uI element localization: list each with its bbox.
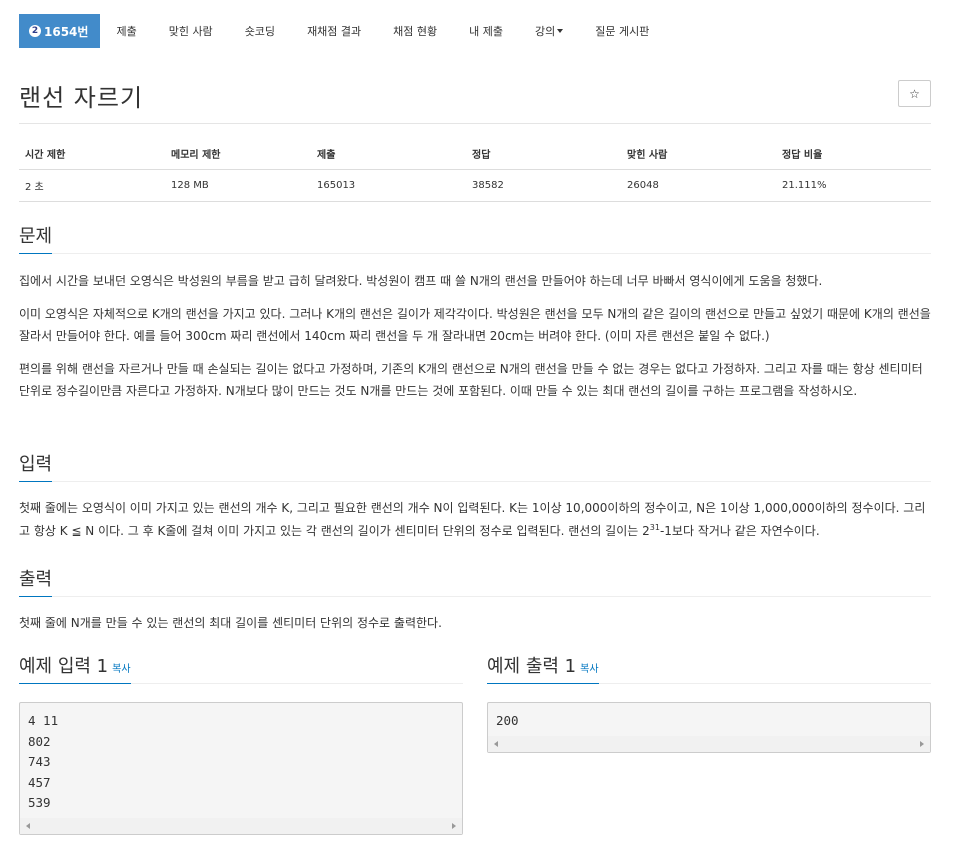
nav-question-board[interactable]: 질문 게시판 xyxy=(579,14,665,48)
sample-input-box[interactable]: 4 11 802 743 457 539 xyxy=(19,702,463,835)
input-text-after: -1보다 작거나 같은 자연수이다. xyxy=(659,523,820,538)
section-divider xyxy=(19,596,931,597)
nav-submit[interactable]: 제출 xyxy=(100,14,152,48)
nav-lectures-dropdown[interactable]: 강의 xyxy=(519,14,579,48)
accepted-value: 38582 xyxy=(466,169,621,202)
problem-info-table: 시간 제한 메모리 제한 제출 정답 맞힌 사람 정답 비율 2 초 128 M… xyxy=(19,140,931,202)
sample-output-content: 200 xyxy=(496,713,519,728)
problem-number-label: 1654번 xyxy=(44,24,89,39)
nav-solved-users[interactable]: 맞힌 사람 xyxy=(153,14,229,48)
solved-users-value: 26048 xyxy=(621,169,776,202)
description-paragraph-2: 이미 오영식은 자체적으로 K개의 랜선을 가지고 있다. 그러나 K개의 랜선… xyxy=(19,306,931,344)
table-row: 2 초 128 MB 165013 38582 26048 21.111% xyxy=(19,169,931,202)
nav-lectures-label: 강의 xyxy=(535,25,556,38)
header-accepted: 정답 xyxy=(466,140,621,170)
sample-input-section: 예제 입력 1 복사 4 11 802 743 457 539 xyxy=(19,652,463,835)
nav-short-coding[interactable]: 숏코딩 xyxy=(229,14,291,48)
sample-input-title: 예제 입력 1 xyxy=(19,656,109,677)
copy-sample-input-button[interactable]: 복사 xyxy=(112,664,130,675)
header-submissions: 제출 xyxy=(311,140,466,170)
nav-my-submissions[interactable]: 내 제출 xyxy=(453,14,519,48)
table-header-row: 시간 제한 메모리 제한 제출 정답 맞힌 사람 정답 비율 xyxy=(19,140,931,170)
problem-description-section: 문제 집에서 시간을 보내던 오영식은 박성원의 부름을 받고 급히 달려왔다.… xyxy=(19,222,931,403)
input-section: 입력 첫째 줄에는 오영식이 이미 가지고 있는 랜선의 개수 K, 그리고 필… xyxy=(19,450,931,542)
problem-title: 랜선 자르기 xyxy=(19,84,144,112)
header-solved-users: 맞힌 사람 xyxy=(621,140,776,170)
sample-output-section: 예제 출력 1 복사 200 xyxy=(487,652,931,753)
caret-down-icon xyxy=(557,29,564,33)
problem-number-tab[interactable]: 2 1654번 xyxy=(19,14,101,48)
scroll-left-icon[interactable] xyxy=(26,822,30,829)
nav-status[interactable]: 채점 현황 xyxy=(377,14,453,48)
favorite-star-button[interactable]: ☆ xyxy=(898,80,931,107)
horizontal-scrollbar[interactable] xyxy=(20,817,462,834)
top-nav: 2 1654번 제출 맞힌 사람 숏코딩 재채점 결과 채점 현황 내 제출 강… xyxy=(19,14,665,48)
header-memory-limit: 메모리 제한 xyxy=(165,140,311,170)
star-icon: ☆ xyxy=(909,86,920,101)
scroll-left-icon[interactable] xyxy=(494,740,498,747)
sample-output-title: 예제 출력 1 xyxy=(487,656,577,677)
scroll-right-icon[interactable] xyxy=(920,740,924,747)
sample-output-box[interactable]: 200 xyxy=(487,702,931,753)
description-paragraph-1: 집에서 시간을 보내던 오영식은 박성원의 부름을 받고 급히 달려왔다. 박성… xyxy=(19,274,823,288)
section-divider xyxy=(19,253,931,254)
description-paragraph-3: 편의를 위해 랜선을 자르거나 만들 때 손실되는 길이는 없다고 가정하며, … xyxy=(19,361,923,399)
section-divider xyxy=(19,481,931,482)
sample-output-heading: 예제 출력 1 복사 xyxy=(487,652,599,684)
input-heading: 입력 xyxy=(19,450,53,482)
horizontal-scrollbar[interactable] xyxy=(488,735,930,752)
tier-badge-icon: 2 xyxy=(29,25,41,37)
header-accept-ratio: 정답 비율 xyxy=(776,140,931,170)
accept-ratio-value: 21.111% xyxy=(776,169,931,202)
submissions-value: 165013 xyxy=(311,169,466,202)
copy-sample-output-button[interactable]: 복사 xyxy=(580,664,598,675)
output-description: 첫째 줄에 N개를 만들 수 있는 랜선의 최대 길이를 센티미터 단위의 정수… xyxy=(19,616,442,630)
input-exponent: 31 xyxy=(649,522,660,532)
input-description: 첫째 줄에는 오영식이 이미 가지고 있는 랜선의 개수 K, 그리고 필요한 … xyxy=(19,497,931,542)
sample-input-heading: 예제 입력 1 복사 xyxy=(19,652,131,684)
header-time-limit: 시간 제한 xyxy=(19,140,165,170)
time-limit-value: 2 초 xyxy=(19,169,165,202)
memory-limit-value: 128 MB xyxy=(165,169,311,202)
scroll-right-icon[interactable] xyxy=(452,822,456,829)
description-heading: 문제 xyxy=(19,222,53,254)
title-divider xyxy=(19,123,931,124)
nav-rejudge-results[interactable]: 재채점 결과 xyxy=(291,14,377,48)
sample-input-content: 4 11 802 743 457 539 xyxy=(28,713,59,810)
output-section: 출력 첫째 줄에 N개를 만들 수 있는 랜선의 최대 길이를 센티미터 단위의… xyxy=(19,565,931,635)
output-heading: 출력 xyxy=(19,565,53,597)
